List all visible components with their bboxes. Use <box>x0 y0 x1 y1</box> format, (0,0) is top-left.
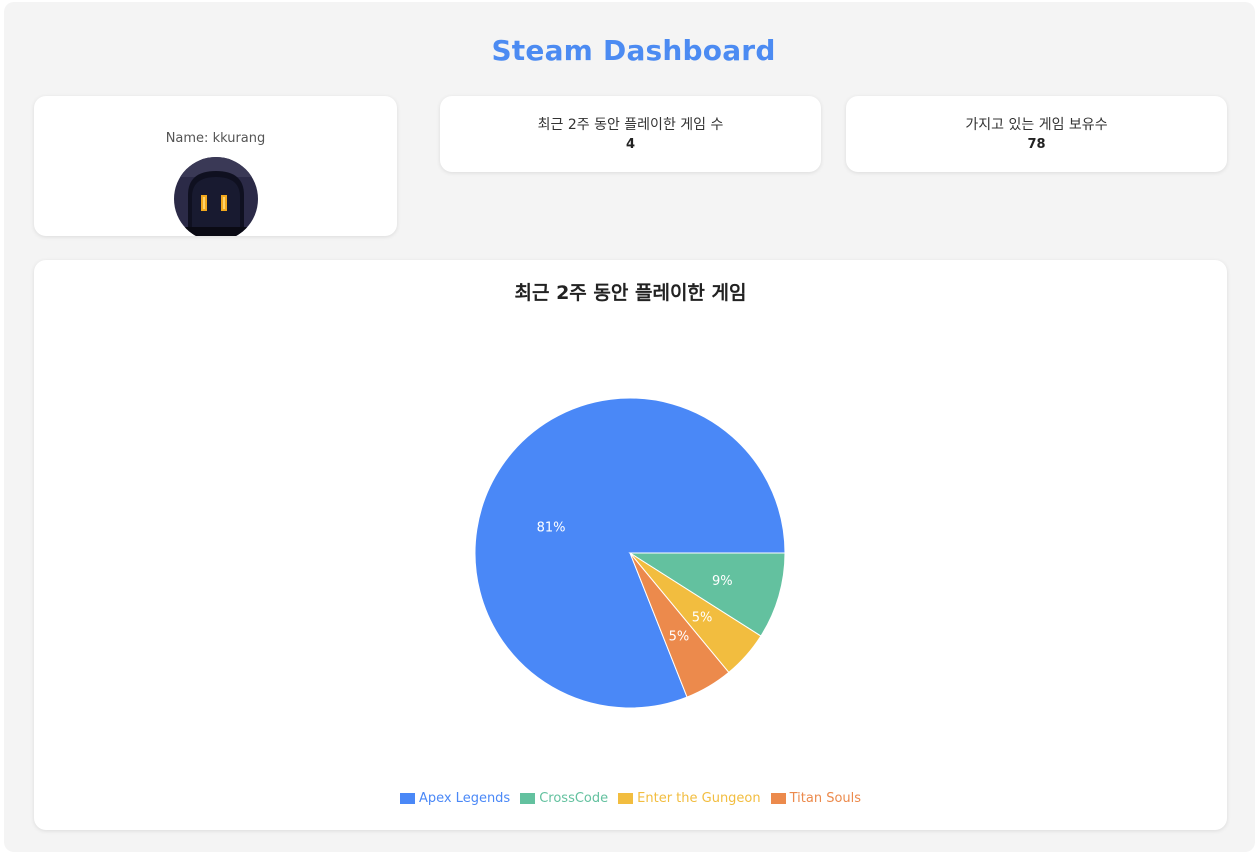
legend-item-enter-the-gungeon[interactable]: Enter the Gungeon <box>618 791 761 806</box>
recent-games-count-card: 최근 2주 동안 플레이한 게임 수 4 <box>440 96 821 172</box>
recent-games-count-value: 4 <box>625 137 636 152</box>
chart-legend: Apex Legends CrossCode Enter the Gungeon Ti… <box>34 791 1227 806</box>
legend-swatch <box>520 793 536 804</box>
pie-label-enter-the-gungeon: 5% <box>692 611 713 626</box>
pie-label-titan-souls: 5% <box>669 630 690 645</box>
profile-card: Name: kkurang <box>34 96 397 236</box>
legend-item-apex-legends[interactable]: Apex Legends <box>399 791 511 806</box>
owned-games-count-label: 가지고 있는 게임 보유수 <box>965 117 1108 133</box>
pie-label-crosscode: 9% <box>712 574 733 589</box>
legend-label: Enter the Gungeon <box>637 791 761 806</box>
recent-games-chart-card: 최근 2주 동안 플레이한 게임 81% 9% 5% 5% Apex Legends C… <box>34 260 1227 830</box>
legend-label: CrossCode <box>539 791 609 806</box>
hooded-figure-avatar-icon <box>174 157 258 236</box>
legend-label: Titan Souls <box>789 791 862 806</box>
legend-swatch <box>399 793 415 804</box>
pie-label-apex-legends: 81% <box>537 521 566 536</box>
avatar <box>174 157 258 236</box>
legend-label: Apex Legends <box>418 791 511 806</box>
legend-swatch <box>618 793 634 804</box>
legend-item-titan-souls[interactable]: Titan Souls <box>770 791 862 806</box>
profile-name: Name: kkurang <box>165 131 266 146</box>
recent-games-count-label: 최근 2주 동안 플레이한 게임 수 <box>537 117 724 133</box>
owned-games-count-card: 가지고 있는 게임 보유수 78 <box>846 96 1227 172</box>
owned-games-count-value: 78 <box>1027 137 1046 152</box>
legend-item-crosscode[interactable]: CrossCode <box>520 791 608 806</box>
page-title: Steam Dashboard <box>491 34 776 67</box>
legend-swatch <box>770 793 786 804</box>
pie-chart: 81% 9% 5%5% <box>474 397 786 709</box>
